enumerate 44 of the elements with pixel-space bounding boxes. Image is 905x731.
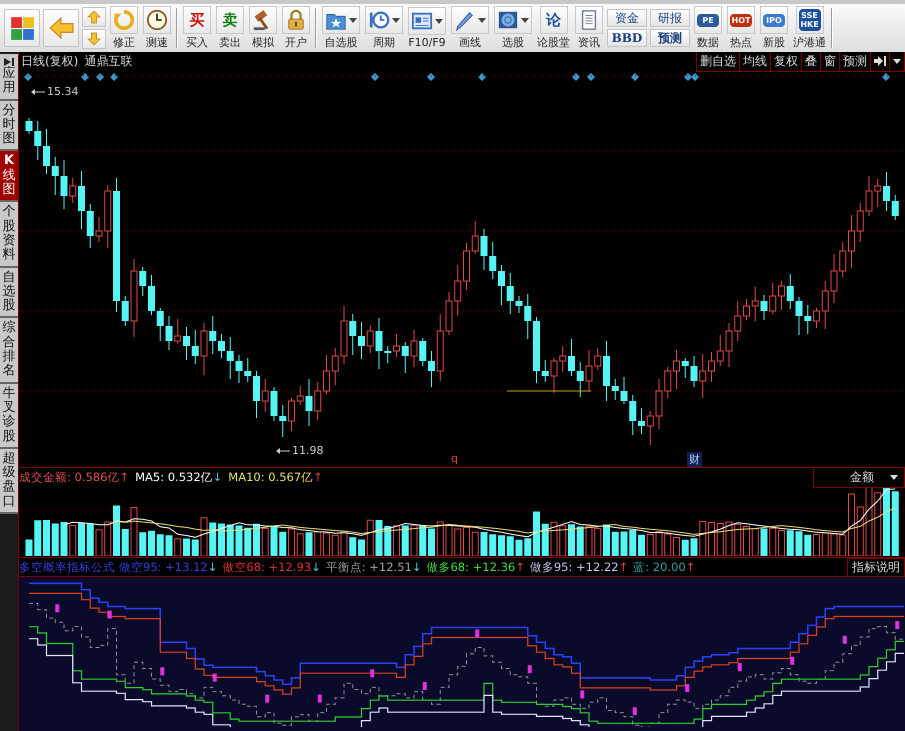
trend-arrow: ↑ (618, 560, 628, 574)
toolbar-button[interactable]: 资金 (607, 9, 647, 27)
legend-value: MA10: 0.567亿 (228, 470, 314, 486)
toolbar-button[interactable]: 预测 (650, 29, 690, 47)
trend-arrow: ↑ (515, 560, 525, 574)
chart-button[interactable]: 预测 (840, 52, 871, 70)
legend-value: 平衡点: +12.51 (326, 560, 412, 574)
chart-button[interactable]: 叠 (802, 52, 821, 70)
event-marker: q (451, 452, 458, 465)
sidebar-tab[interactable]: 分时图 (0, 100, 18, 152)
legend-value: 蓝: 20.00 (633, 560, 686, 574)
sidebar-tab[interactable]: K线图 (0, 151, 18, 202)
trend-arrow: ↑ (119, 470, 130, 486)
trend-arrow: ↓ (412, 560, 422, 574)
sidebar-tab[interactable]: 自选股 (0, 268, 18, 318)
legend-value: MA5: 0.532亿 (135, 470, 213, 486)
sidebar-tab[interactable]: 应用 (0, 54, 18, 101)
toolbar-button[interactable]: BBD (607, 29, 647, 47)
trend-arrow: ↑ (686, 560, 696, 574)
sidebar-tab[interactable]: 超级盘口 (0, 448, 18, 514)
chart-button[interactable]: 复权 (771, 52, 802, 70)
help-button[interactable]: 指标说明 (847, 558, 905, 576)
trend-arrow: ↑ (313, 470, 323, 486)
trend-arrow: ↓ (311, 560, 321, 574)
amount-dropdown[interactable]: 金额 (813, 468, 905, 488)
trend-arrow: ↓ (212, 470, 222, 486)
legend-value: 做多68: +12.36 (426, 560, 516, 574)
chart-button[interactable]: 均线 (740, 52, 771, 70)
legend-value: 成交金额: 0.586亿 (19, 470, 120, 486)
sidebar-tab[interactable]: 综合排名 (0, 318, 18, 384)
chart-button[interactable]: 删自选 (697, 52, 740, 70)
event-badge: 财 (687, 452, 702, 467)
period-label: 日线(复权) (21, 53, 78, 70)
trend-arrow: ↓ (208, 560, 218, 574)
price-label: 15.34 (47, 85, 78, 98)
toolbar-button[interactable]: 研报 (650, 9, 690, 27)
indicator-title: 多空概率指标公式 (19, 560, 115, 574)
stock-name: 通鼎互联 (84, 53, 132, 70)
price-label: 11.98 (292, 444, 324, 457)
sidebar-tab[interactable]: 牛叉诊股 (0, 384, 18, 449)
sidebar-tab[interactable]: 个股资料 (0, 202, 18, 268)
legend-value: 做空68: +12.93 (222, 560, 312, 574)
legend-value: 做多95: +12.22 (530, 560, 619, 574)
legend-value: 做空95: +13.12 (119, 560, 208, 574)
